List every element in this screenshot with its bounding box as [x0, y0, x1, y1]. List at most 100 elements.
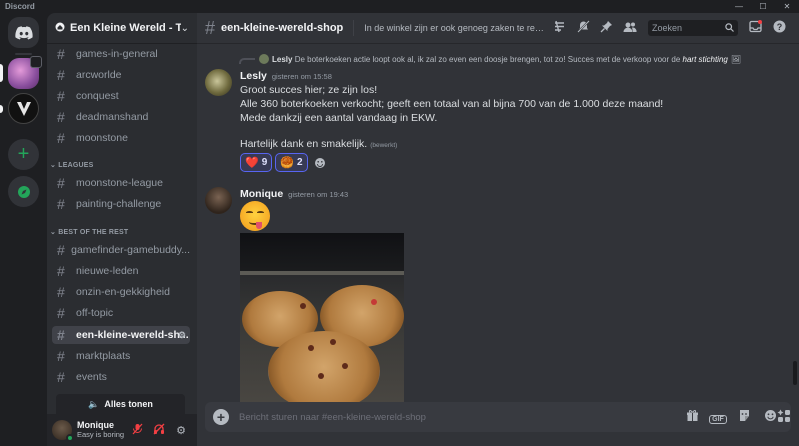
server-een-kleine-wereld[interactable]: [8, 56, 42, 89]
hash-icon: #: [57, 109, 65, 125]
channel-nieuwe-leden[interactable]: # nieuwe-leden: [52, 262, 190, 280]
message-timestamp: gisteren om 19:43: [288, 190, 349, 199]
channel-marktplaats[interactable]: # marktplaats: [52, 347, 190, 365]
gif-icon[interactable]: GIF: [705, 410, 731, 424]
server-dark[interactable]: [8, 93, 39, 124]
channel-arcworlde[interactable]: # arcworlde: [52, 66, 190, 84]
reaction-cake[interactable]: 🥮 2: [275, 153, 308, 172]
username: Monique: [77, 420, 114, 430]
reply-preview[interactable]: Lesly De boterkoeken actie loopt ook al,…: [239, 54, 787, 66]
channel-events[interactable]: # events: [52, 368, 190, 386]
app-title: Discord: [5, 2, 35, 11]
channel-label: off-topic: [76, 307, 114, 319]
close-button[interactable]: ✕: [775, 0, 799, 13]
hash-icon: #: [57, 263, 65, 279]
home-button[interactable]: [8, 17, 39, 48]
compass-icon: [17, 185, 30, 198]
title-bar: Discord — ☐ ✕: [0, 0, 799, 13]
attached-photo[interactable]: [240, 233, 404, 407]
speaker-icon: 🔈: [88, 398, 100, 409]
user-info[interactable]: Monique Easy is boring: [77, 420, 126, 440]
channel-deadmanshand[interactable]: # deadmanshand: [52, 108, 190, 126]
channel-off-topic[interactable]: # off-topic: [52, 304, 190, 322]
server-header[interactable]: Een Kleine Wereld - T... ⌄: [47, 13, 197, 44]
server-rail: +: [0, 13, 47, 446]
svg-text:?: ?: [777, 22, 783, 32]
category-leagues[interactable]: ⌄ LEAGUES: [50, 161, 93, 169]
gift-icon[interactable]: [679, 409, 705, 425]
add-server-button[interactable]: +: [8, 139, 39, 170]
user-panel: Monique Easy is boring ⚙: [47, 414, 197, 446]
deafen-button[interactable]: [148, 423, 170, 438]
mute-microphone-button[interactable]: [126, 423, 148, 438]
server-name: Een Kleine Wereld - T...: [70, 22, 181, 34]
apps-icon[interactable]: [777, 409, 791, 426]
inbox-icon[interactable]: [744, 20, 767, 36]
help-icon[interactable]: ?: [768, 20, 791, 36]
hash-icon: #: [57, 327, 65, 343]
header-divider: [353, 20, 355, 36]
message-line: Mede dankzij een aantal vandaag in EKW.: [240, 112, 438, 124]
avatar-monique[interactable]: [205, 187, 232, 214]
hash-icon: #: [57, 67, 65, 83]
channel-label: events: [76, 371, 107, 383]
channel-conquest[interactable]: # conquest: [52, 87, 190, 105]
channel-onzin-en-gekkigheid[interactable]: # onzin-en-gekkigheid: [52, 283, 190, 301]
chat-area: # een-kleine-wereld-shop In de winkel zi…: [197, 13, 799, 446]
add-member-icon[interactable]: ⚙: [178, 330, 186, 341]
message-line: Hartelijk dank en smakelijk. (bewerkt): [240, 138, 398, 150]
gear-icon[interactable]: ⚙: [170, 424, 192, 437]
hash-icon: #: [57, 369, 65, 385]
message-composer[interactable]: + Bericht sturen naar #een-kleine-wereld…: [205, 402, 791, 432]
image-icon: 🖼: [730, 55, 742, 64]
discord-logo-icon: [14, 25, 33, 40]
custom-status: Easy is boring: [77, 430, 125, 439]
category-best-of-the-rest[interactable]: ⌄ BEST OF THE REST: [50, 228, 128, 236]
channel-topic[interactable]: In de winkel zijn er ook genoeg zaken te…: [364, 23, 548, 33]
server-badge-icon: [30, 56, 42, 68]
reaction-count: 9: [261, 157, 268, 168]
explore-servers-button[interactable]: [8, 176, 39, 207]
upload-plus-button[interactable]: +: [213, 409, 229, 425]
channel-label: marktplaats: [76, 350, 131, 362]
unread-indicator: [0, 105, 3, 113]
channel-label: arcworlde: [76, 69, 122, 81]
message-line: Alle 360 boterkoeken verkocht; geeft een…: [240, 98, 664, 110]
hash-icon: #: [57, 284, 65, 300]
channel-een-kleine-wereld-shop[interactable]: # een-kleine-wereld-sh... ⚙: [52, 326, 190, 344]
member-list-icon[interactable]: [618, 21, 641, 36]
avatar[interactable]: [52, 420, 74, 442]
message-author[interactable]: Monique gisteren om 19:43: [240, 188, 348, 200]
channel-title: een-kleine-wereld-shop: [221, 22, 344, 34]
pin-icon[interactable]: [595, 20, 618, 36]
server-emblem-icon: [16, 101, 31, 116]
threads-icon[interactable]: [548, 20, 571, 36]
hash-icon: #: [57, 305, 65, 321]
minimize-button[interactable]: —: [727, 0, 751, 13]
channel-moonstone[interactable]: # moonstone: [52, 129, 190, 147]
channel-sidebar: Een Kleine Wereld - T... ⌄ # games-in-gen…: [47, 13, 197, 446]
avatar-lesly[interactable]: [205, 69, 232, 96]
channel-painting-challenge[interactable]: # painting-challenge: [52, 195, 190, 213]
chevron-down-icon: ⌄: [180, 22, 189, 34]
message-author[interactable]: Lesly gisteren om 15:58: [240, 70, 332, 82]
sticker-icon[interactable]: [731, 409, 757, 425]
notifications-muted-icon[interactable]: [572, 20, 595, 36]
search-input[interactable]: Zoeken: [647, 20, 739, 36]
channel-gamefinder-gamebuddy[interactable]: # gamefinder-gamebuddy...: [52, 241, 190, 259]
channel-label: deadmanshand: [76, 111, 149, 123]
reaction-heart[interactable]: ❤️ 9: [240, 153, 273, 172]
hash-icon: #: [57, 130, 65, 146]
channel-header: # een-kleine-wereld-shop In de winkel zi…: [197, 13, 799, 44]
channel-games-in-general[interactable]: # games-in-general: [52, 45, 190, 63]
headphones-muted-icon: [153, 423, 165, 434]
add-reaction-icon[interactable]: [311, 154, 329, 172]
heart-icon: ❤️: [245, 157, 259, 169]
scrollbar[interactable]: [793, 361, 797, 385]
pie-front: [268, 331, 380, 407]
channel-label: moonstone: [76, 132, 128, 144]
message-input-placeholder[interactable]: Bericht sturen naar #een-kleine-wereld-s…: [239, 412, 679, 423]
show-all-channels-button[interactable]: 🔈 Alles tonen: [56, 394, 185, 414]
maximize-button[interactable]: ☐: [751, 0, 775, 13]
channel-moonstone-league[interactable]: # moonstone-league: [52, 174, 190, 192]
